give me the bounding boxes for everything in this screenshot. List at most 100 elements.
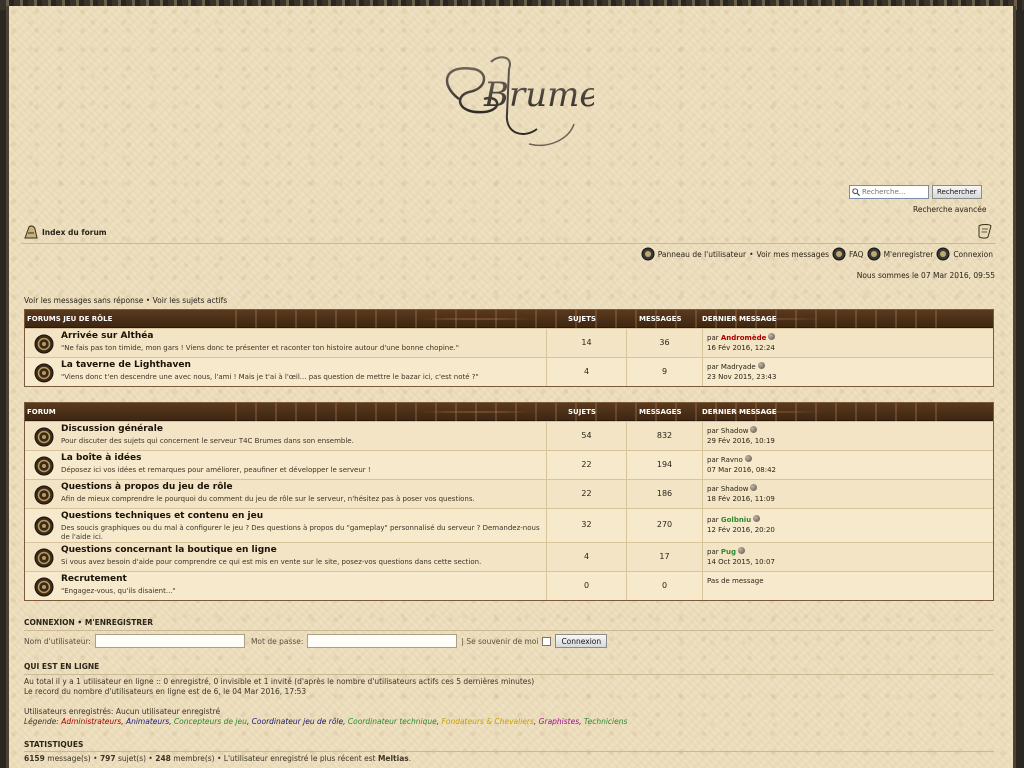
- separator: •: [749, 249, 754, 259]
- col-last-header: DERNIER MESSAGE: [702, 408, 777, 416]
- last-post-date: 14 Oct 2015, 10:07: [707, 558, 775, 566]
- faq-link[interactable]: FAQ: [849, 250, 864, 259]
- category-header: FORUMS JEU DE RÔLE SUJETS MESSAGES DERNI…: [25, 310, 993, 328]
- password-field[interactable]: [307, 634, 458, 648]
- legend-rp-coordinator[interactable]: Coordinateur jeu de rôle: [252, 717, 343, 726]
- legend-technicians[interactable]: Techniciens: [584, 717, 627, 726]
- by-label: par: [707, 427, 719, 435]
- breadcrumb[interactable]: Index du forum: [23, 224, 107, 240]
- forum-title[interactable]: La boîte à idées: [61, 453, 142, 463]
- category-title[interactable]: FORUMS JEU DE RÔLE: [27, 315, 112, 323]
- forum-list: Discussion générale Pour discuter des su…: [25, 421, 993, 600]
- registered-users: Utilisateurs enregistrés: Aucun utilisat…: [24, 707, 221, 716]
- forum-row: Questions à propos du jeu de rôle Afin d…: [25, 479, 993, 508]
- by-label: par: [707, 485, 719, 493]
- online-record: Le record du nombre d'utilisateurs en li…: [24, 687, 307, 696]
- gear-icon: [936, 247, 950, 261]
- last-post-author[interactable]: Ravno: [721, 456, 743, 464]
- by-label: par: [707, 548, 719, 556]
- login-link[interactable]: Connexion: [953, 250, 993, 259]
- legend-graphists[interactable]: Graphistes: [539, 717, 579, 726]
- last-post-author[interactable]: Shadow: [721, 485, 749, 493]
- forum-messages-count: 194: [626, 451, 702, 479]
- view-last-post-icon[interactable]: [737, 547, 745, 554]
- view-last-post-icon[interactable]: [744, 455, 752, 462]
- login-title[interactable]: Connexion: [24, 618, 75, 627]
- forum-title[interactable]: Questions techniques et contenu en jeu: [61, 511, 263, 521]
- stat-messages: 6159: [24, 754, 45, 763]
- online-info: Au total il y a 1 utilisateur en ligne :…: [24, 677, 994, 727]
- forum-title[interactable]: La taverne de Lighthaven: [61, 360, 191, 370]
- page: Brumes Rechercher Recherche avancée Inde…: [6, 6, 1016, 768]
- breadcrumb-index[interactable]: Index du forum: [42, 228, 107, 237]
- last-post-author[interactable]: Andromède: [721, 334, 766, 342]
- unanswered-link[interactable]: Voir les messages sans réponse: [24, 296, 143, 305]
- forum-title[interactable]: Questions à propos du jeu de rôle: [61, 482, 233, 492]
- forum-topics-count: 22: [546, 480, 626, 508]
- last-post-author[interactable]: Golbniu: [721, 516, 751, 524]
- remember-checkbox[interactable]: [542, 636, 552, 646]
- legend-tech-coordinator[interactable]: Coordinateur technique: [348, 717, 437, 726]
- legend-animators[interactable]: Animateurs: [126, 717, 169, 726]
- forum-messages-count: 9: [626, 358, 702, 386]
- password-label: Mot de passe:: [250, 636, 304, 646]
- view-last-post-icon[interactable]: [750, 426, 758, 433]
- username-label: Nom d'utilisateur:: [24, 636, 91, 646]
- view-last-post-icon[interactable]: [757, 362, 765, 369]
- forum-title[interactable]: Questions concernant la boutique en lign…: [61, 545, 277, 555]
- legend-admins[interactable]: Administrateurs: [61, 717, 121, 726]
- my-messages-link[interactable]: Voir mes messages: [757, 250, 830, 259]
- forum-topics-count: 22: [546, 451, 626, 479]
- view-last-post-icon[interactable]: [768, 333, 776, 340]
- search-button[interactable]: Rechercher: [932, 185, 982, 199]
- forum-last-post: par Golbniu 12 Fév 2016, 20:20: [702, 509, 992, 542]
- divider: [24, 674, 994, 675]
- forum-last-post: par Ravno 07 Mar 2016, 08:42: [702, 451, 992, 479]
- last-post-author[interactable]: Madryade: [721, 363, 756, 371]
- last-post-author[interactable]: Shadow: [721, 427, 749, 435]
- username-field[interactable]: [94, 634, 245, 648]
- category-forum: FORUM SUJETS MESSAGES DERNIER MESSAGE Di…: [24, 402, 994, 601]
- view-last-post-icon[interactable]: [753, 515, 761, 522]
- last-post-author[interactable]: Pug: [721, 548, 736, 556]
- view-last-post-icon[interactable]: [750, 484, 758, 491]
- forum-row: Recrutement "Engagez-vous, qu'ils disaie…: [25, 571, 993, 600]
- online-section-title: Qui est en ligne: [24, 662, 100, 671]
- login-button[interactable]: Connexion: [555, 634, 608, 648]
- last-post-date: 29 Fév 2016, 10:19: [707, 437, 775, 445]
- forum-read-icon: [34, 363, 54, 383]
- forum-topics-count: 14: [546, 329, 626, 357]
- active-topics-link[interactable]: Voir les sujets actifs: [153, 296, 228, 305]
- category-title[interactable]: FORUM: [27, 408, 56, 416]
- forum-title[interactable]: Recrutement: [61, 574, 127, 584]
- brumes-logo[interactable]: Brumes: [429, 44, 594, 154]
- last-post-date: 18 Fév 2016, 11:09: [707, 495, 775, 503]
- separator: •: [145, 296, 151, 305]
- gear-icon: [641, 247, 655, 261]
- register-title[interactable]: M'enregistrer: [85, 618, 153, 627]
- register-link[interactable]: M'enregistrer: [884, 250, 934, 259]
- stats-line: 6159 message(s) • 797 sujet(s) • 248 mem…: [24, 754, 412, 763]
- scroll-icon[interactable]: [976, 222, 994, 240]
- col-topics-header: SUJETS: [568, 408, 596, 416]
- forum-read-icon: [34, 485, 54, 505]
- newest-member[interactable]: Meltias: [378, 754, 409, 763]
- advanced-search-link[interactable]: Recherche avancée: [913, 205, 987, 214]
- login-form: Nom d'utilisateur: Mot de passe: | Se so…: [24, 634, 608, 648]
- forum-row: La taverne de Lighthaven "Viens donc t'e…: [25, 357, 993, 386]
- forum-title[interactable]: Arrivée sur Althéa: [61, 331, 153, 341]
- legend-label: Légende:: [24, 717, 59, 726]
- forum-topics-count: 4: [546, 543, 626, 571]
- forum-title[interactable]: Discussion générale: [61, 424, 163, 434]
- last-post-date: 12 Fév 2016, 20:20: [707, 526, 775, 534]
- legend-founders[interactable]: Fondateurs & Chevaliers: [442, 717, 534, 726]
- forum-description: "Engagez-vous, qu'ils disaient...": [61, 587, 176, 595]
- by-label: par: [707, 334, 719, 342]
- forum-topics-count: 4: [546, 358, 626, 386]
- search-input[interactable]: [849, 185, 929, 199]
- divider: [24, 630, 994, 631]
- user-panel-link[interactable]: Panneau de l'utilisateur: [658, 250, 746, 259]
- legend-game-designers[interactable]: Concepteurs de jeu: [174, 717, 247, 726]
- forum-row: Questions concernant la boutique en lign…: [25, 542, 993, 571]
- forum-description: Pour discuter des sujets qui concernent …: [61, 437, 354, 445]
